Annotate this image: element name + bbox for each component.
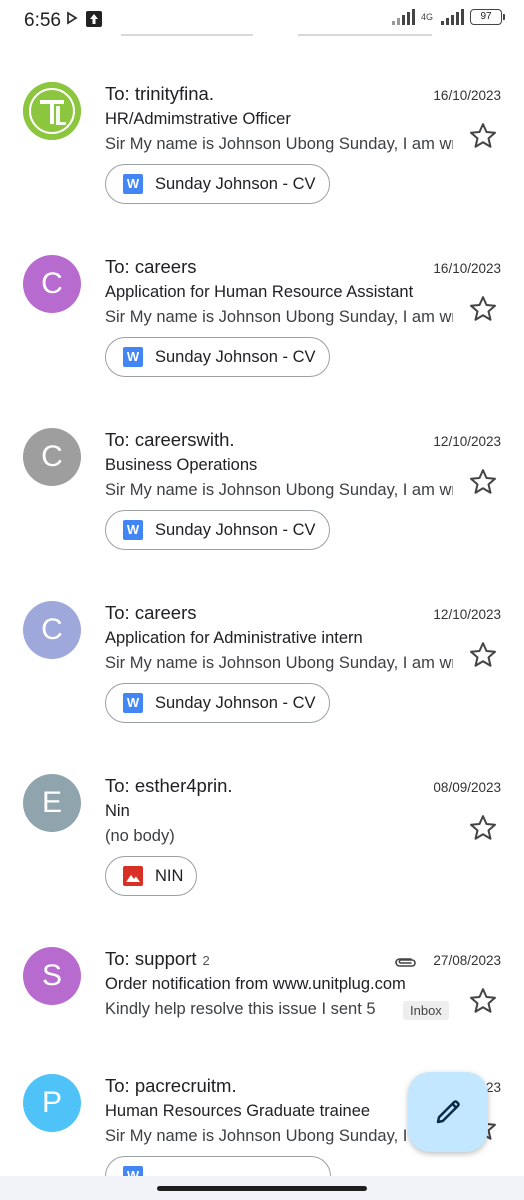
sender-avatar: E bbox=[23, 774, 81, 832]
email-row[interactable]: C To: careers 12/10/2023 Application for… bbox=[0, 579, 524, 752]
word-doc-icon: W bbox=[123, 520, 143, 540]
email-snippet: Kindly help resolve this issue I sent 5 bbox=[105, 1000, 376, 1018]
email-date: 23 bbox=[485, 1080, 501, 1095]
star-icon[interactable] bbox=[468, 121, 498, 151]
email-row[interactable]: C To: careerswith. 12/10/2023 Business O… bbox=[0, 406, 524, 579]
star-icon[interactable] bbox=[468, 813, 498, 843]
sender-avatar: P bbox=[23, 1074, 81, 1132]
gmail-sent-screen: 6:56 4G 97 To: trinityfina. 16/10/2023 H… bbox=[0, 0, 524, 1200]
tj-logo-icon bbox=[23, 82, 81, 140]
email-row[interactable]: E To: esther4prin. 08/09/2023 Nin (no bo… bbox=[0, 752, 524, 925]
email-recipient: To: careers bbox=[105, 256, 197, 277]
email-date: 16/10/2023 bbox=[433, 261, 501, 276]
pencil-icon bbox=[436, 1100, 460, 1124]
email-subject: Business Operations bbox=[105, 456, 258, 474]
email-snippet: Sir My name is Johnson Ubong Sunday, I a… bbox=[105, 1127, 453, 1145]
image-icon bbox=[123, 866, 143, 886]
inbox-label: Inbox bbox=[403, 1001, 449, 1020]
sender-avatar: C bbox=[23, 601, 81, 659]
sender-avatar: C bbox=[23, 255, 81, 313]
email-row[interactable]: To: trinityfina. 16/10/2023 HR/Admimstra… bbox=[0, 60, 524, 233]
email-recipient: To: support 2 bbox=[105, 948, 210, 970]
signal-icon-2 bbox=[441, 9, 464, 25]
paperclip-icon bbox=[395, 958, 416, 967]
attachment-name: Sunday Johnson - CV bbox=[155, 347, 316, 366]
star-icon[interactable] bbox=[468, 986, 498, 1016]
attachment-chip[interactable]: W Sunday Johnson - CV bbox=[105, 337, 330, 377]
compose-button[interactable] bbox=[408, 1072, 488, 1152]
email-recipient: To: pacrecruitm. bbox=[105, 1075, 237, 1096]
attachment-chip[interactable]: W Sunday Johnson - CV bbox=[105, 510, 330, 550]
attachment-name: Sunday Johnson - CV bbox=[155, 520, 316, 539]
email-recipient-text: To: support bbox=[105, 948, 197, 969]
email-subject: Application for Administrative intern bbox=[105, 629, 363, 647]
attachment-chip[interactable]: W Sunday Johnson - CV bbox=[105, 683, 330, 723]
sender-avatar: S bbox=[23, 947, 81, 1005]
email-subject: HR/Admimstrative Officer bbox=[105, 110, 291, 128]
email-snippet: Sir My name is Johnson Ubong Sunday, I a… bbox=[105, 135, 453, 153]
upload-icon bbox=[86, 11, 102, 27]
email-row[interactable]: C To: careers 16/10/2023 Application for… bbox=[0, 233, 524, 406]
star-icon[interactable] bbox=[468, 294, 498, 324]
attachment-name: NIN bbox=[155, 866, 184, 885]
home-handle[interactable] bbox=[157, 1186, 367, 1191]
attachment-name: Sunday Johnson - CV bbox=[155, 174, 316, 193]
word-doc-icon: W bbox=[123, 174, 143, 194]
attachment-chip[interactable]: NIN bbox=[105, 856, 198, 896]
email-subject: Human Resources Graduate trainee bbox=[105, 1102, 371, 1120]
email-snippet: Sir My name is Johnson Ubong Sunday, I a… bbox=[105, 308, 453, 326]
email-date: 12/10/2023 bbox=[433, 607, 501, 622]
play-icon bbox=[67, 11, 78, 25]
gesture-nav-bar bbox=[0, 1176, 524, 1200]
email-subject: Application for Human Resource Assistant bbox=[105, 283, 414, 301]
status-indicators: 4G 97 bbox=[391, 9, 505, 25]
email-recipient: To: trinityfina. bbox=[105, 83, 214, 104]
email-date: 16/10/2023 bbox=[433, 88, 501, 103]
scroll-divider bbox=[0, 34, 524, 36]
email-date: 27/08/2023 bbox=[433, 953, 501, 968]
email-recipient: To: esther4prin. bbox=[105, 775, 233, 796]
email-snippet: Sir My name is Johnson Ubong Sunday, I a… bbox=[105, 481, 453, 499]
network-type: 4G bbox=[420, 11, 433, 22]
email-date: 08/09/2023 bbox=[433, 780, 501, 795]
email-subject: Order notification from www.unitplug.com bbox=[105, 975, 406, 993]
battery-icon: 97 bbox=[470, 9, 505, 25]
signal-icon bbox=[391, 9, 415, 25]
attachment-name: Sunday Johnson - CV bbox=[155, 693, 316, 712]
email-snippet: (no body) bbox=[105, 827, 175, 845]
sender-avatar: C bbox=[23, 428, 81, 486]
star-icon[interactable] bbox=[468, 640, 498, 670]
email-snippet: Sir My name is Johnson Ubong Sunday, I a… bbox=[105, 654, 453, 672]
word-doc-icon: W bbox=[123, 693, 143, 713]
email-recipient: To: careers bbox=[105, 602, 197, 623]
star-icon[interactable] bbox=[468, 467, 498, 497]
attachment-chip[interactable]: W Sunday Johnson - CV bbox=[105, 164, 330, 204]
word-doc-icon: W bbox=[123, 347, 143, 367]
sender-logo-avatar bbox=[23, 82, 81, 140]
email-recipient: To: careerswith. bbox=[105, 429, 235, 450]
email-date: 12/10/2023 bbox=[433, 434, 501, 449]
email-subject: Nin bbox=[105, 802, 130, 820]
thread-count: 2 bbox=[202, 953, 210, 968]
status-time: 6:56 bbox=[24, 10, 61, 31]
